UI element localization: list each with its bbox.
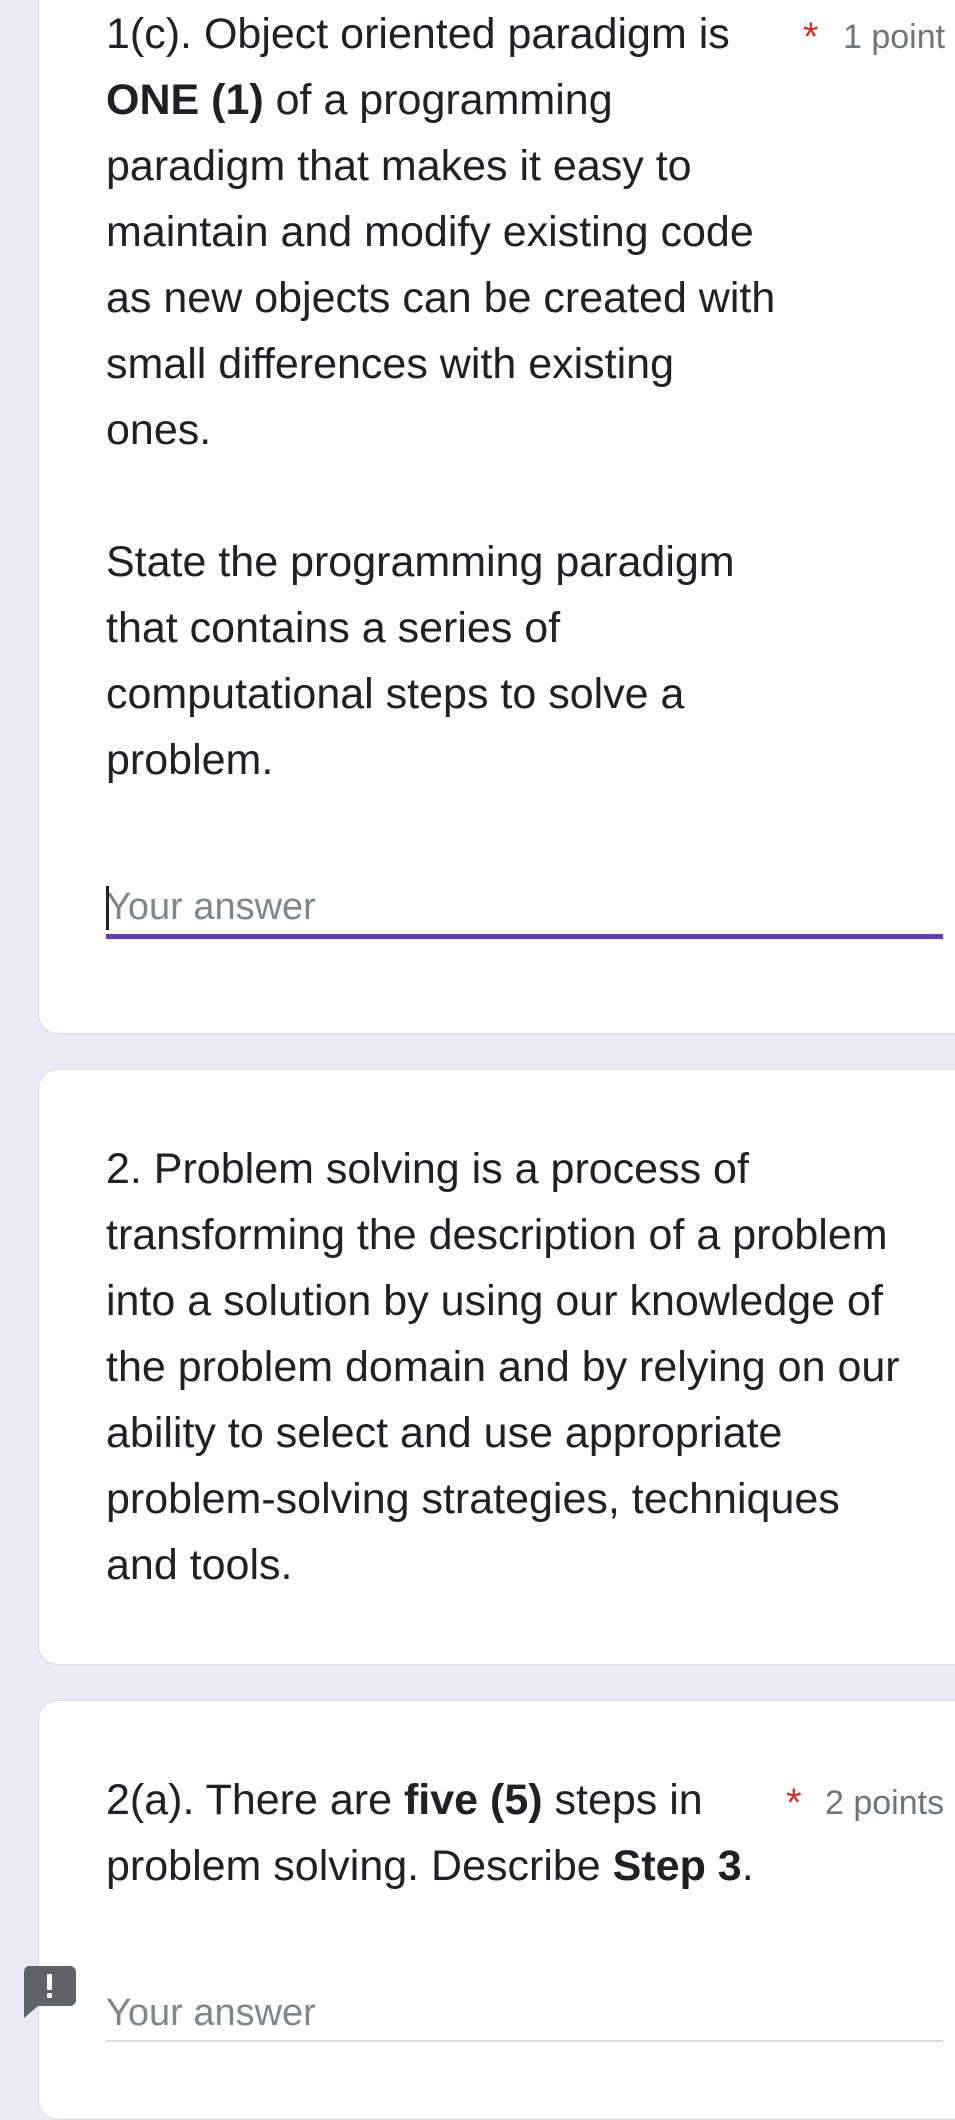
points-label: 2 points xyxy=(825,1784,945,1822)
question-line: problem solving. Describe Step 3. xyxy=(106,1842,754,1890)
description-line: the problem domain and by relying on our xyxy=(106,1343,900,1391)
question-line: maintain and modify existing code xyxy=(106,208,754,256)
description-line: problem-solving strategies, techniques xyxy=(106,1475,840,1523)
question-card-1c: 1(c). Object oriented paradigm is ONE (1… xyxy=(38,0,955,1034)
answer-underline xyxy=(106,2040,943,2042)
description-line: 2. Problem solving is a process of xyxy=(106,1145,749,1193)
answer-underline-active xyxy=(106,934,943,939)
answer-field-1c[interactable] xyxy=(106,880,943,939)
description-line: ability to select and use appropriate xyxy=(106,1409,783,1457)
answer-input[interactable] xyxy=(106,1986,943,2040)
question-line: State the programming paradigm xyxy=(106,538,735,586)
text-caret xyxy=(106,886,109,930)
question-line: paradigm that makes it easy to xyxy=(106,142,692,190)
question-line: that contains a series of xyxy=(106,604,561,652)
description-line: transforming the description of a proble… xyxy=(106,1211,888,1259)
required-asterisk: * xyxy=(803,15,819,59)
answer-field-2a[interactable] xyxy=(106,1986,943,2042)
required-asterisk: * xyxy=(786,1781,802,1825)
question-line: problem. xyxy=(106,736,274,784)
section-description-2: 2. Problem solving is a process of trans… xyxy=(106,1136,955,1598)
report-problem-icon xyxy=(23,1966,77,2018)
question-line: ones. xyxy=(106,406,212,454)
report-problem-button[interactable] xyxy=(20,1962,78,2020)
description-line: into a solution by using our knowledge o… xyxy=(106,1277,883,1325)
question-line: ONE (1) of a programming xyxy=(106,76,613,124)
description-line: and tools. xyxy=(106,1541,293,1589)
question-line: 2(a). There are five (5) steps in xyxy=(106,1776,703,1824)
section-card-2: 2. Problem solving is a process of trans… xyxy=(38,1069,955,1665)
points-label: 1 point xyxy=(843,18,946,56)
question-title-2a: 2(a). There are five (5) steps in proble… xyxy=(106,1767,846,1899)
question-line: as new objects can be created with xyxy=(106,274,776,322)
answer-input[interactable] xyxy=(106,880,943,934)
question-title-1c: 1(c). Object oriented paradigm is ONE (1… xyxy=(106,1,846,793)
question-line: computational steps to solve a xyxy=(106,670,685,718)
question-card-2a: 2(a). There are five (5) steps in proble… xyxy=(38,1700,955,2120)
question-line: small differences with existing xyxy=(106,340,675,388)
question-line: 1(c). Object oriented paradigm is xyxy=(106,10,730,58)
